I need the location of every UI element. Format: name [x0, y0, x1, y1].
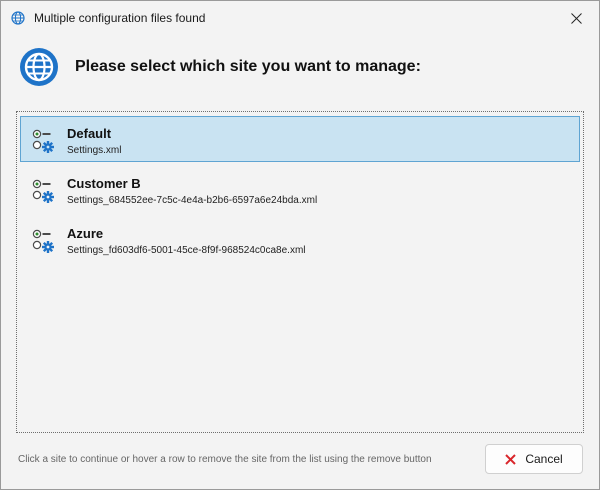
- window-title: Multiple configuration files found: [34, 11, 206, 25]
- site-item-azure[interactable]: Azure Settings_fd603df6-5001-45ce-8f9f-9…: [20, 216, 580, 262]
- red-x-icon: [505, 453, 517, 465]
- close-icon[interactable]: [570, 12, 582, 24]
- title-bar[interactable]: Multiple configuration files found: [1, 1, 599, 35]
- site-settings-icon: [32, 179, 54, 203]
- page-title: Please select which site you want to man…: [75, 58, 421, 75]
- site-list: Default Settings.xml Customer B Settings…: [16, 111, 584, 433]
- dialog-window: Multiple configuration files found Pleas…: [0, 0, 600, 490]
- cancel-button[interactable]: Cancel: [485, 444, 583, 474]
- site-name: Azure: [67, 226, 104, 241]
- globe-icon: [11, 11, 25, 25]
- site-item-default[interactable]: Default Settings.xml: [20, 116, 580, 162]
- site-file: Settings_684552ee-7c5c-4e4a-b2b6-6597a6e…: [67, 195, 318, 206]
- footer-hint: Click a site to continue or hover a row …: [18, 454, 432, 465]
- site-name: Default: [67, 126, 112, 141]
- site-file: Settings_fd603df6-5001-45ce-8f9f-968524c…: [67, 245, 306, 256]
- site-settings-icon: [32, 129, 54, 153]
- site-file: Settings.xml: [67, 145, 122, 156]
- site-settings-icon: [32, 229, 54, 253]
- cancel-label: Cancel: [525, 452, 563, 466]
- globe-icon: [20, 48, 58, 86]
- close-button[interactable]: [553, 1, 599, 35]
- site-item-customer-b[interactable]: Customer B Settings_684552ee-7c5c-4e4a-b…: [20, 166, 580, 212]
- site-name: Customer B: [67, 176, 141, 191]
